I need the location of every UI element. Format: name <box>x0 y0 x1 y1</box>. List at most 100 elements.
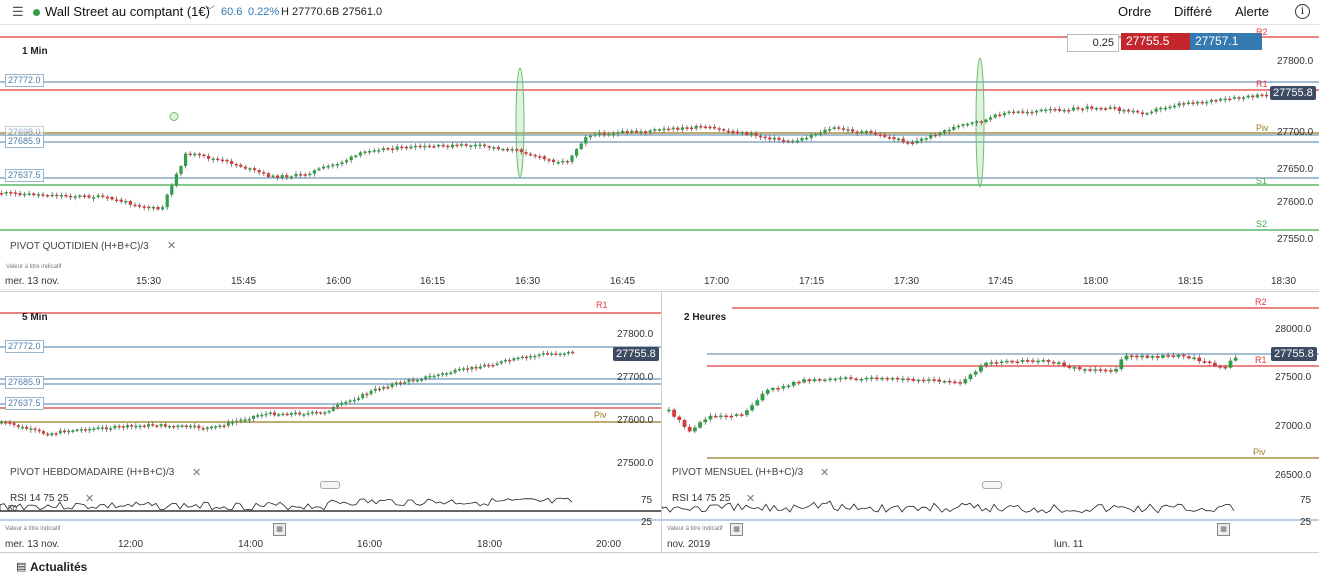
candle <box>234 163 238 166</box>
candle <box>776 388 780 390</box>
candle <box>256 415 260 417</box>
candle <box>21 426 24 429</box>
candle <box>1181 354 1186 357</box>
candle <box>708 126 712 129</box>
candle <box>409 146 413 149</box>
candle <box>851 129 855 132</box>
candle <box>916 379 921 382</box>
candle <box>519 149 523 153</box>
alert-button[interactable]: Alerte <box>1235 0 1269 24</box>
candle <box>703 419 708 423</box>
info-icon[interactable]: i <box>1295 4 1310 19</box>
candle <box>682 420 687 428</box>
candle <box>1005 360 1009 363</box>
candle <box>382 386 386 389</box>
y-tick: 27700.0 <box>617 372 654 383</box>
close-icon[interactable]: ✕ <box>167 239 176 252</box>
candle <box>802 379 806 383</box>
candle <box>1187 356 1191 359</box>
candle <box>768 137 772 140</box>
candle <box>46 433 50 436</box>
candle <box>797 381 801 384</box>
pane-resize-handle[interactable] <box>982 481 1002 489</box>
candle <box>50 194 54 197</box>
candle <box>814 133 818 136</box>
close-icon[interactable]: ✕ <box>192 466 201 479</box>
candle <box>225 159 229 162</box>
size-input[interactable]: 0.25 <box>1067 34 1119 52</box>
main-chart-svg[interactable] <box>0 25 1319 290</box>
disclaimer: Valeur à titre indicatif <box>6 264 62 270</box>
level-tag: 27637.5 <box>5 169 44 182</box>
pivot-indicator-label: PIVOT QUOTIDIEN (H+B+C)/3 <box>10 241 149 252</box>
candle <box>621 130 625 133</box>
menu-icon[interactable]: ☰ <box>12 4 24 20</box>
close-icon[interactable]: ✕ <box>85 492 94 505</box>
candle <box>809 135 813 138</box>
candle <box>1020 360 1025 362</box>
candle <box>984 119 988 123</box>
candle <box>138 205 142 207</box>
candle <box>1071 107 1075 111</box>
candle <box>1085 106 1089 109</box>
candle <box>1044 109 1048 112</box>
r1-label: R1 <box>1255 355 1267 365</box>
calendar-icon[interactable]: ▦ <box>273 523 286 536</box>
candle <box>155 425 159 428</box>
candle <box>1171 355 1176 357</box>
candle <box>567 351 570 354</box>
candle <box>462 368 465 370</box>
close-icon[interactable]: ✕ <box>746 492 755 505</box>
news-tab[interactable]: Actualités <box>30 560 87 574</box>
instrument-name[interactable]: Wall Street au comptant (1€) <box>45 0 210 24</box>
deferred-button[interactable]: Différé <box>1174 0 1212 24</box>
candle <box>927 379 931 381</box>
candle <box>538 156 542 158</box>
calendar-icon[interactable]: ▦ <box>1217 523 1230 536</box>
candle <box>189 425 192 428</box>
candle <box>184 153 188 167</box>
candle <box>78 195 82 197</box>
level-tag: 27637.5 <box>5 397 44 410</box>
right-chart-svg[interactable] <box>662 292 1319 553</box>
candle <box>975 121 979 123</box>
candle <box>180 425 184 427</box>
candle <box>1223 366 1228 369</box>
candle <box>994 362 999 364</box>
candle <box>901 378 905 381</box>
buy-button[interactable]: 27757.1 <box>1190 33 1262 50</box>
order-button[interactable]: Ordre <box>1118 0 1151 24</box>
candle <box>550 353 554 355</box>
sell-button[interactable]: 27755.5 <box>1121 33 1193 50</box>
chevron-down-icon[interactable]: ﹀ <box>205 0 215 24</box>
candle <box>161 207 165 210</box>
candle <box>424 376 428 380</box>
candle <box>1200 101 1204 104</box>
candle <box>179 166 183 174</box>
candle <box>457 368 461 371</box>
candle <box>1025 111 1029 114</box>
left-chart-svg[interactable] <box>0 292 661 553</box>
candle <box>437 144 441 147</box>
calendar-icon[interactable]: ▦ <box>730 523 743 536</box>
candle <box>121 426 125 428</box>
candle <box>36 194 40 196</box>
pivot-indicator-label: PIVOT MENSUEL (H+B+C)/3 <box>672 467 804 478</box>
candle <box>317 168 321 171</box>
candle <box>771 388 775 390</box>
candle <box>1077 367 1082 370</box>
candle <box>933 134 937 137</box>
candle <box>533 355 537 358</box>
y-tick: 27500.0 <box>1275 372 1312 383</box>
candle <box>487 364 491 367</box>
candle <box>32 193 36 196</box>
candle <box>1260 94 1264 97</box>
candle <box>349 156 353 161</box>
candle <box>1192 357 1196 360</box>
rsi-tick: 75 <box>641 495 653 506</box>
pane-resize-handle[interactable] <box>320 481 340 489</box>
close-icon[interactable]: ✕ <box>820 466 829 479</box>
candle <box>142 425 146 428</box>
candle <box>207 155 211 159</box>
newspaper-icon[interactable]: ▤ <box>16 560 26 573</box>
